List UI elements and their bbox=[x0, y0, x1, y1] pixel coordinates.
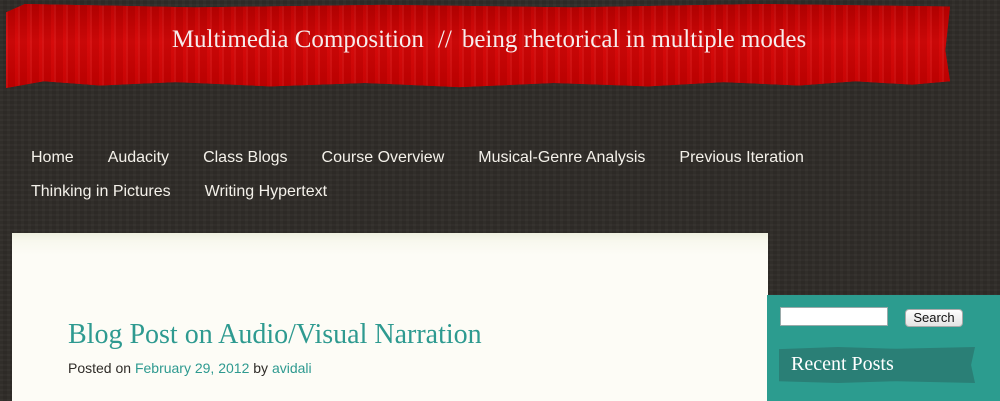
site-title[interactable]: Multimedia Composition // being rhetorical… bbox=[0, 26, 978, 54]
main-navigation: Home Audacity Class Blogs Course Overvie… bbox=[31, 141, 931, 209]
title-separator: // bbox=[437, 26, 452, 53]
nav-item-course-overview[interactable]: Course Overview bbox=[322, 141, 445, 175]
nav-item-home[interactable]: Home bbox=[31, 141, 74, 175]
by-label: by bbox=[253, 360, 269, 376]
posted-on-label: Posted on bbox=[68, 360, 132, 376]
post-title[interactable]: Blog Post on Audio/Visual Narration bbox=[68, 319, 482, 351]
post-author-link[interactable]: avidali bbox=[272, 360, 312, 376]
nav-item-musical-genre-analysis[interactable]: Musical-Genre Analysis bbox=[478, 141, 645, 175]
site-name[interactable]: Multimedia Composition bbox=[172, 26, 424, 53]
sidebar: Search Recent Posts bbox=[767, 295, 1000, 401]
site-tagline: being rhetorical in multiple modes bbox=[461, 26, 807, 53]
nav-item-previous-iteration[interactable]: Previous Iteration bbox=[679, 141, 804, 175]
post-meta: Posted on February 29, 2012 by avidali bbox=[68, 360, 312, 376]
nav-item-writing-hypertext[interactable]: Writing Hypertext bbox=[205, 175, 327, 209]
nav-item-thinking-in-pictures[interactable]: Thinking in Pictures bbox=[31, 175, 171, 209]
search-input[interactable] bbox=[780, 307, 888, 326]
nav-item-class-blogs[interactable]: Class Blogs bbox=[203, 141, 287, 175]
recent-posts-heading: Recent Posts bbox=[791, 353, 894, 375]
search-button[interactable]: Search bbox=[905, 309, 963, 327]
nav-item-audacity[interactable]: Audacity bbox=[108, 141, 169, 175]
content-area: Blog Post on Audio/Visual Narration Post… bbox=[12, 233, 768, 401]
post-date-link[interactable]: February 29, 2012 bbox=[135, 360, 249, 376]
